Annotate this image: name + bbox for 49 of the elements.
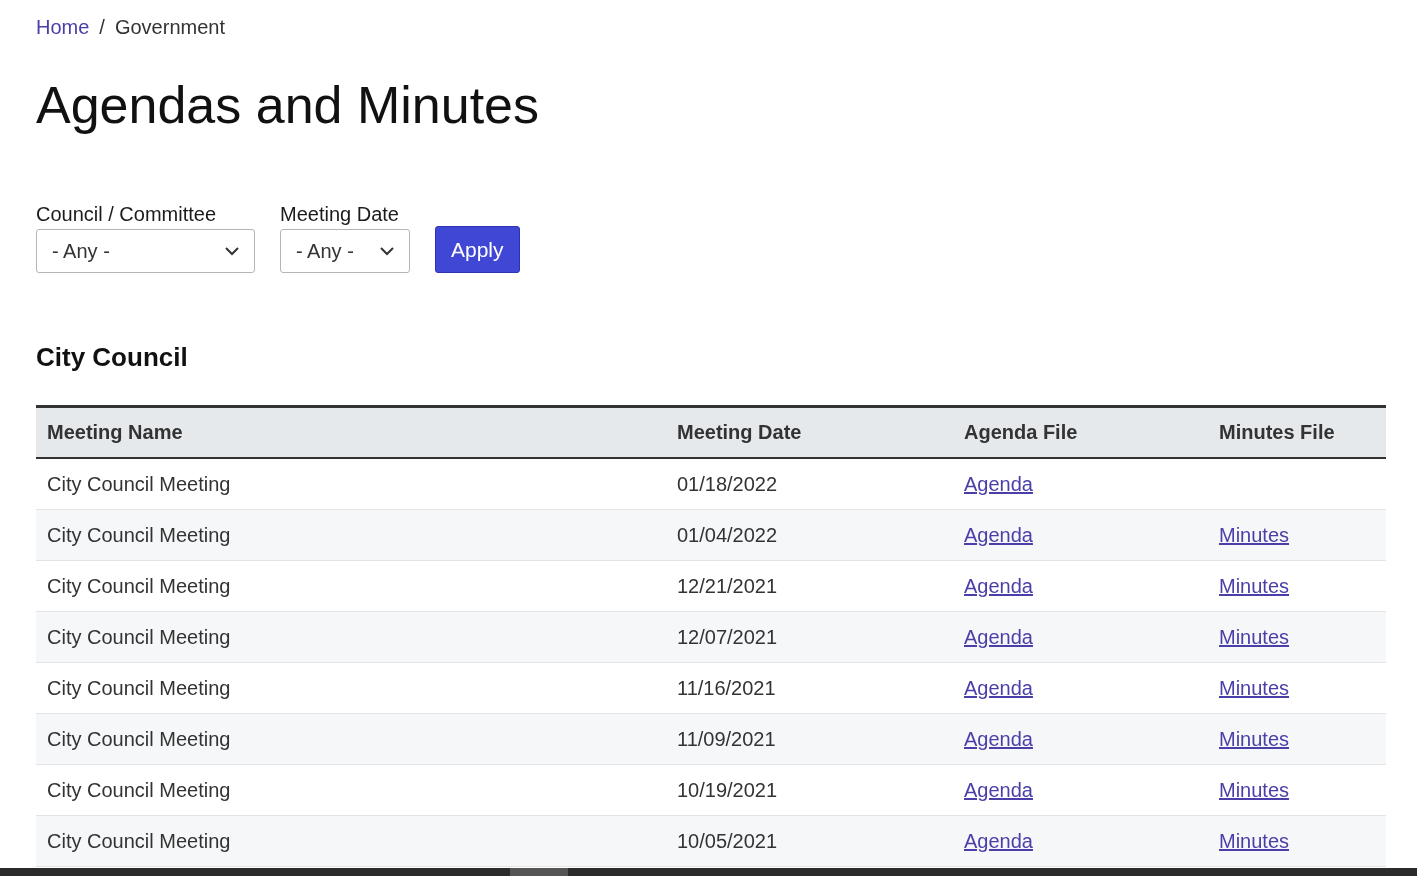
horizontal-scrollbar[interactable] [0,868,1417,876]
meeting-name-cell: City Council Meeting [36,764,666,816]
column-header: Meeting Date [666,406,953,458]
column-header: Minutes File [1208,406,1386,458]
filter-label: Council / Committee [36,202,218,226]
breadcrumb-current: Government [114,15,225,39]
minutes-link[interactable]: Minutes [1219,829,1290,852]
apply-button[interactable]: Apply [435,226,520,273]
meeting-name-cell: City Council Meeting [36,713,666,765]
meeting-name-cell: City Council Meeting [36,560,666,612]
chevron-down-icon [224,246,240,256]
select-dropdown[interactable]: - Any - [280,229,410,273]
meeting-name-cell: City Council Meeting [36,662,666,714]
meeting-date-cell: 10/19/2021 [666,764,953,816]
column-header: Agenda File [953,406,1208,458]
page-title: Agendas and Minutes [36,75,540,136]
minutes-link[interactable]: Minutes [1219,676,1290,699]
select-dropdown[interactable]: - Any - [36,229,255,273]
minutes-link[interactable]: Minutes [1219,625,1290,648]
meeting-name-cell: City Council Meeting [36,611,666,663]
minutes-link[interactable]: Minutes [1219,574,1290,597]
agenda-link[interactable]: Agenda [964,574,1033,597]
meeting-date-cell: 01/18/2022 [666,458,953,510]
minutes-link[interactable]: Minutes [1219,523,1290,546]
meeting-date-cell: 11/09/2021 [666,713,953,765]
breadcrumb-separator: / [99,15,105,39]
meeting-date-cell: 01/04/2022 [666,509,953,561]
meeting-date-cell: 11/16/2021 [666,662,953,714]
agenda-link[interactable]: Agenda [964,829,1033,852]
section-heading: City Council [36,341,189,373]
meeting-date-cell: 12/21/2021 [666,560,953,612]
breadcrumb-link[interactable]: Home [36,15,90,39]
agenda-link[interactable]: Agenda [964,778,1033,801]
agenda-link[interactable]: Agenda [964,727,1033,750]
meeting-name-cell: City Council Meeting [36,509,666,561]
meeting-name-cell: City Council Meeting [36,815,666,867]
filter-label: Meeting Date [280,202,400,226]
chevron-down-icon [379,246,395,256]
column-header: Meeting Name [36,406,666,458]
minutes-link[interactable]: Minutes [1219,727,1290,750]
meeting-name-cell: City Council Meeting [36,458,666,510]
agenda-link[interactable]: Agenda [964,676,1033,699]
meeting-date-cell: 10/05/2021 [666,815,953,867]
minutes-link[interactable]: Minutes [1219,778,1290,801]
scrollbar-thumb[interactable] [510,868,568,876]
agenda-link[interactable]: Agenda [964,625,1033,648]
agenda-link[interactable]: Agenda [964,523,1033,546]
agenda-link[interactable]: Agenda [964,472,1033,495]
meeting-date-cell: 12/07/2021 [666,611,953,663]
